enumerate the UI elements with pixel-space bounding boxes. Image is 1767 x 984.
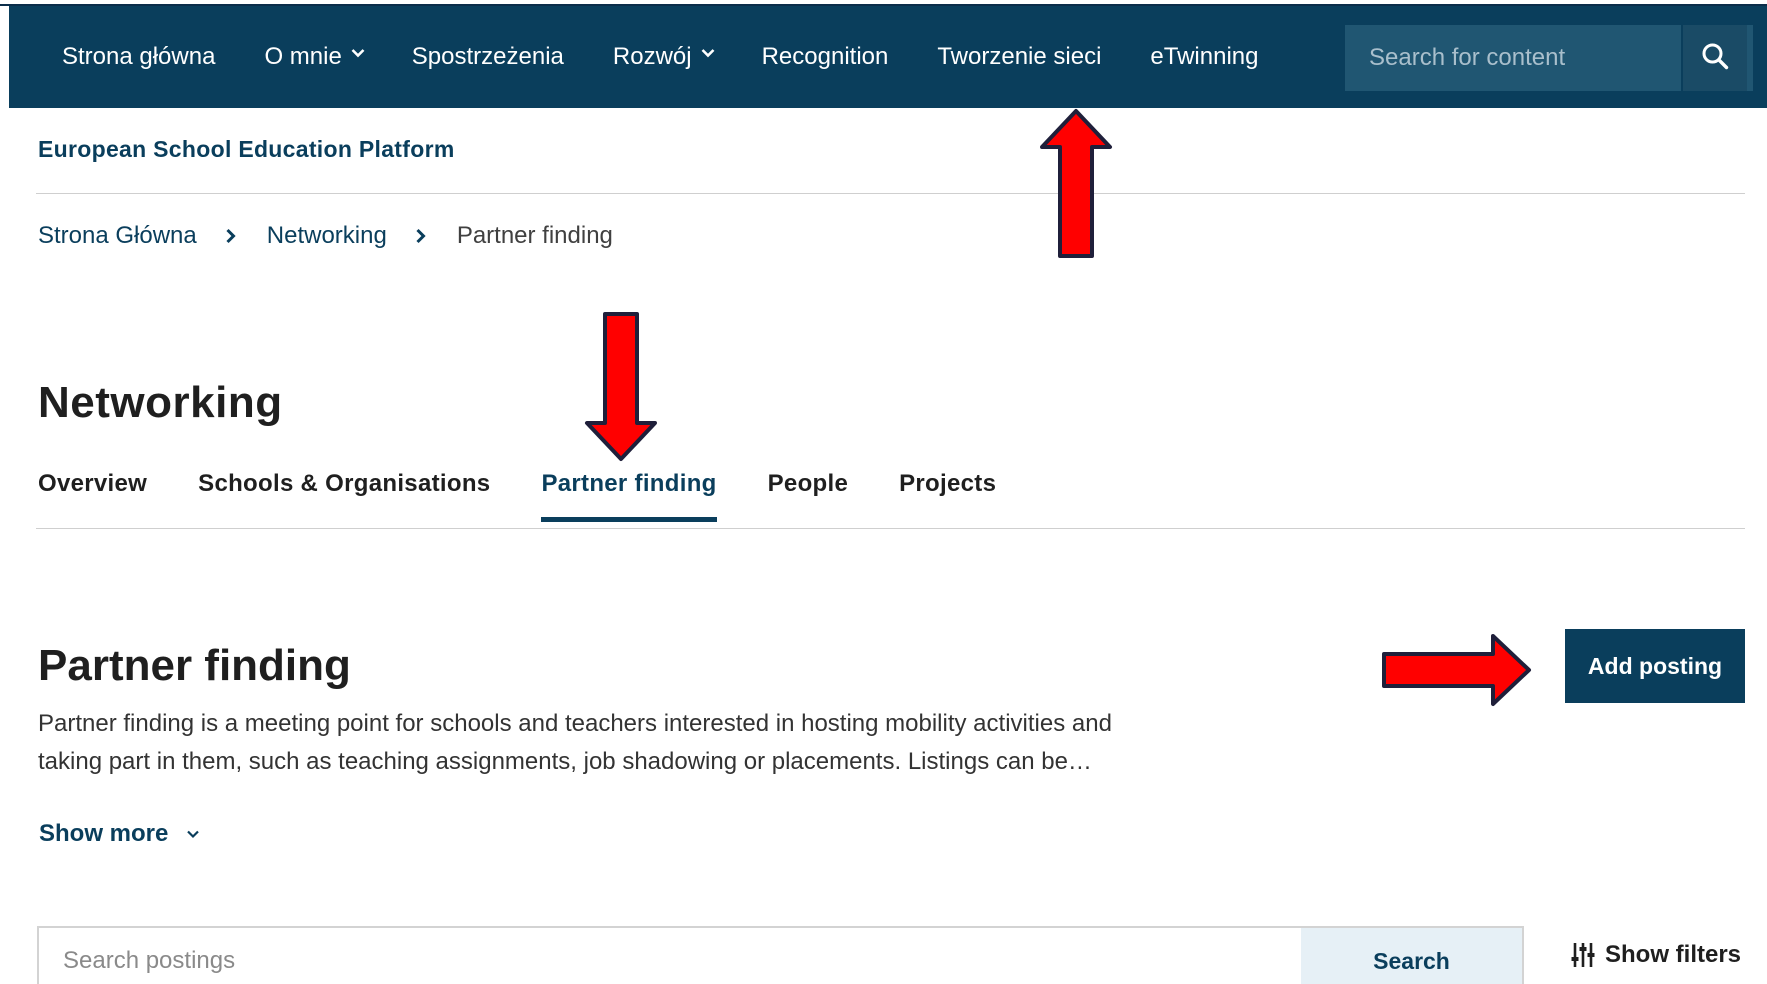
nav-search-button[interactable] bbox=[1681, 25, 1747, 91]
annotation-arrow-up bbox=[1040, 109, 1112, 258]
nav-item-recognition[interactable]: Recognition bbox=[762, 6, 889, 108]
nav-item-label: Spostrzeżenia bbox=[411, 43, 564, 70]
nav-item-networking[interactable]: Tworzenie sieci bbox=[937, 6, 1101, 108]
chevron-down-icon bbox=[701, 48, 715, 60]
show-more-toggle[interactable]: Show more bbox=[39, 820, 200, 848]
nav-item-label: Recognition bbox=[761, 43, 889, 70]
nav-search bbox=[1345, 25, 1753, 91]
nav-search-input[interactable] bbox=[1345, 25, 1681, 91]
annotation-arrow-right bbox=[1382, 634, 1531, 706]
tab-projects[interactable]: Projects bbox=[899, 470, 996, 518]
show-filters-button[interactable]: Show filters bbox=[1571, 941, 1741, 969]
tab-overview[interactable]: Overview bbox=[38, 470, 147, 518]
postings-search-input[interactable] bbox=[39, 928, 1301, 984]
breadcrumb-link-home[interactable]: Strona Główna bbox=[38, 222, 197, 250]
section-title: Partner finding bbox=[38, 641, 351, 690]
annotation-arrow-down bbox=[585, 312, 657, 461]
show-more-label: Show more bbox=[39, 820, 169, 847]
nav-item-label: Tworzenie sieci bbox=[937, 43, 1102, 70]
tab-partner-finding[interactable]: Partner finding bbox=[541, 470, 717, 522]
nav-item-label: eTwinning bbox=[1150, 43, 1259, 70]
nav-item-etwinning[interactable]: eTwinning bbox=[1150, 6, 1258, 108]
postings-search: Search bbox=[37, 926, 1524, 984]
nav-items: Strona główna O mnie Spostrzeżenia Rozwó… bbox=[9, 6, 1307, 108]
tab-people[interactable]: People bbox=[768, 470, 849, 518]
page-title: Networking bbox=[38, 378, 283, 427]
breadcrumb-link-networking[interactable]: Networking bbox=[267, 222, 387, 250]
nav-item-label: Strona główna bbox=[62, 43, 216, 70]
show-filters-label: Show filters bbox=[1605, 941, 1742, 968]
breadcrumb-current: Partner finding bbox=[456, 222, 613, 249]
chevron-right-icon bbox=[225, 228, 239, 244]
chevron-right-icon bbox=[415, 228, 429, 244]
add-posting-button[interactable]: Add posting bbox=[1565, 629, 1745, 703]
chevron-down-icon bbox=[186, 829, 200, 839]
breadcrumb: Strona Główna Networking Partner finding bbox=[38, 222, 613, 250]
nav-item-label: Rozwój bbox=[612, 43, 692, 70]
nav-item-insights[interactable]: Spostrzeżenia bbox=[412, 6, 564, 108]
nav-item-label: O mnie bbox=[264, 43, 342, 70]
divider bbox=[36, 528, 1745, 529]
nav-item-home[interactable]: Strona główna bbox=[62, 6, 215, 108]
site-title[interactable]: European School Education Platform bbox=[38, 136, 455, 163]
postings-search-button[interactable]: Search bbox=[1301, 928, 1522, 984]
tab-schools-organisations[interactable]: Schools & Organisations bbox=[198, 470, 490, 518]
nav-item-development[interactable]: Rozwój bbox=[612, 6, 715, 108]
nav-item-about[interactable]: O mnie bbox=[264, 6, 365, 108]
tab-bar: Overview Schools & Organisations Partner… bbox=[38, 470, 1047, 522]
chevron-down-icon bbox=[351, 48, 365, 60]
divider bbox=[36, 193, 1745, 194]
filter-sliders-icon bbox=[1571, 942, 1595, 968]
search-icon bbox=[1701, 42, 1729, 75]
section-description: Partner finding is a meeting point for s… bbox=[38, 710, 1112, 775]
top-navigation: Strona główna O mnie Spostrzeżenia Rozwó… bbox=[9, 6, 1767, 108]
